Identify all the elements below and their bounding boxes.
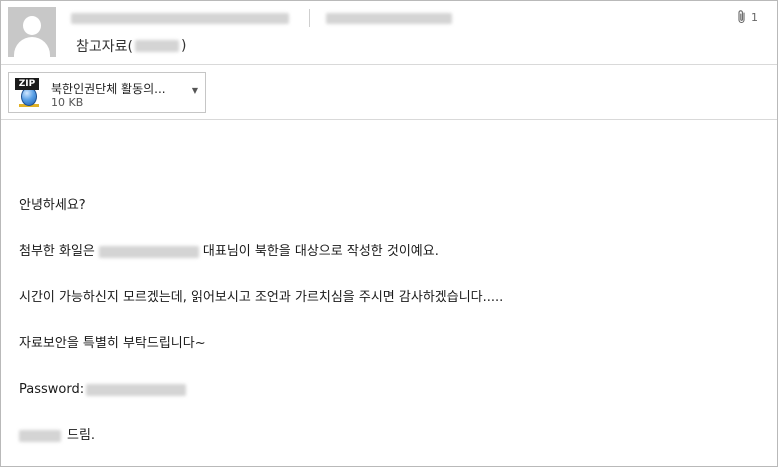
redacted-recipient[interactable] [326, 12, 452, 24]
redacted-name [98, 245, 199, 258]
greeting-line: 안녕하세요? [19, 194, 503, 217]
greeting-text: 안녕하세요? [19, 197, 86, 213]
line3-text: 자료보안을 특별히 부탁드립니다~ [19, 335, 206, 351]
attachment-indicator[interactable]: 1 [737, 9, 758, 25]
email-message-pane: 참고자료( ) 1 ZIP 북한인권단체 활동의... 10 KB ▼ 안녕하세… [0, 0, 778, 467]
message-header: 참고자료( ) 1 [1, 1, 777, 64]
body-line-2: 시간이 가능하신지 모르겠는데, 읽어보시고 조언과 가르치심을 주시면 감사하… [19, 286, 503, 309]
zip-file-icon: ZIP [15, 78, 41, 108]
attachment-bar: ZIP 북한인권단체 활동의... 10 KB ▼ [1, 65, 777, 119]
closing-suffix: 드림. [67, 427, 96, 443]
attachment-name: 북한인권단체 활동의... [51, 82, 166, 96]
paperclip-icon [738, 10, 745, 24]
subject-prefix: 참고자료( [76, 39, 133, 55]
message-body: 안녕하세요? 첨부한 화일은 대표님이 북한을 대상으로 작성한 것이예요. 시… [19, 194, 503, 447]
redacted-password[interactable] [86, 383, 187, 396]
redacted-sender-signature [19, 429, 61, 442]
attachment-divider [1, 119, 777, 120]
redacted-subject-part [134, 40, 179, 52]
header-separator [309, 9, 310, 27]
subject-suffix: ) [180, 38, 187, 54]
attachment-size: 10 KB [51, 96, 84, 109]
message-subject: 참고자료( ) [76, 36, 186, 56]
body-line-3: 자료보안을 특별히 부탁드립니다~ [19, 332, 503, 355]
password-line: Password: [19, 378, 503, 401]
line2-text: 시간이 가능하신지 모르겠는데, 읽어보시고 조언과 가르치심을 주시면 감사하… [19, 289, 504, 305]
body-line-1: 첨부한 화일은 대표님이 북한을 대상으로 작성한 것이예요. [19, 240, 503, 263]
line1-prefix: 첨부한 화일은 [19, 243, 95, 259]
redacted-sender-name[interactable] [71, 12, 289, 24]
password-label: Password: [19, 381, 85, 397]
person-placeholder-icon [23, 16, 41, 35]
closing-line: 드림. [19, 424, 503, 447]
attachment-item[interactable]: ZIP 북한인권단체 활동의... 10 KB ▼ [8, 72, 206, 113]
chevron-down-icon[interactable]: ▼ [192, 86, 198, 95]
sender-info [71, 9, 452, 27]
zip-type-label: ZIP [15, 78, 39, 90]
line1-suffix: 대표님이 북한을 대상으로 작성한 것이예요. [202, 243, 439, 259]
avatar-body-shape [14, 37, 50, 57]
sender-avatar[interactable] [8, 7, 56, 57]
attachment-count: 1 [751, 10, 758, 24]
